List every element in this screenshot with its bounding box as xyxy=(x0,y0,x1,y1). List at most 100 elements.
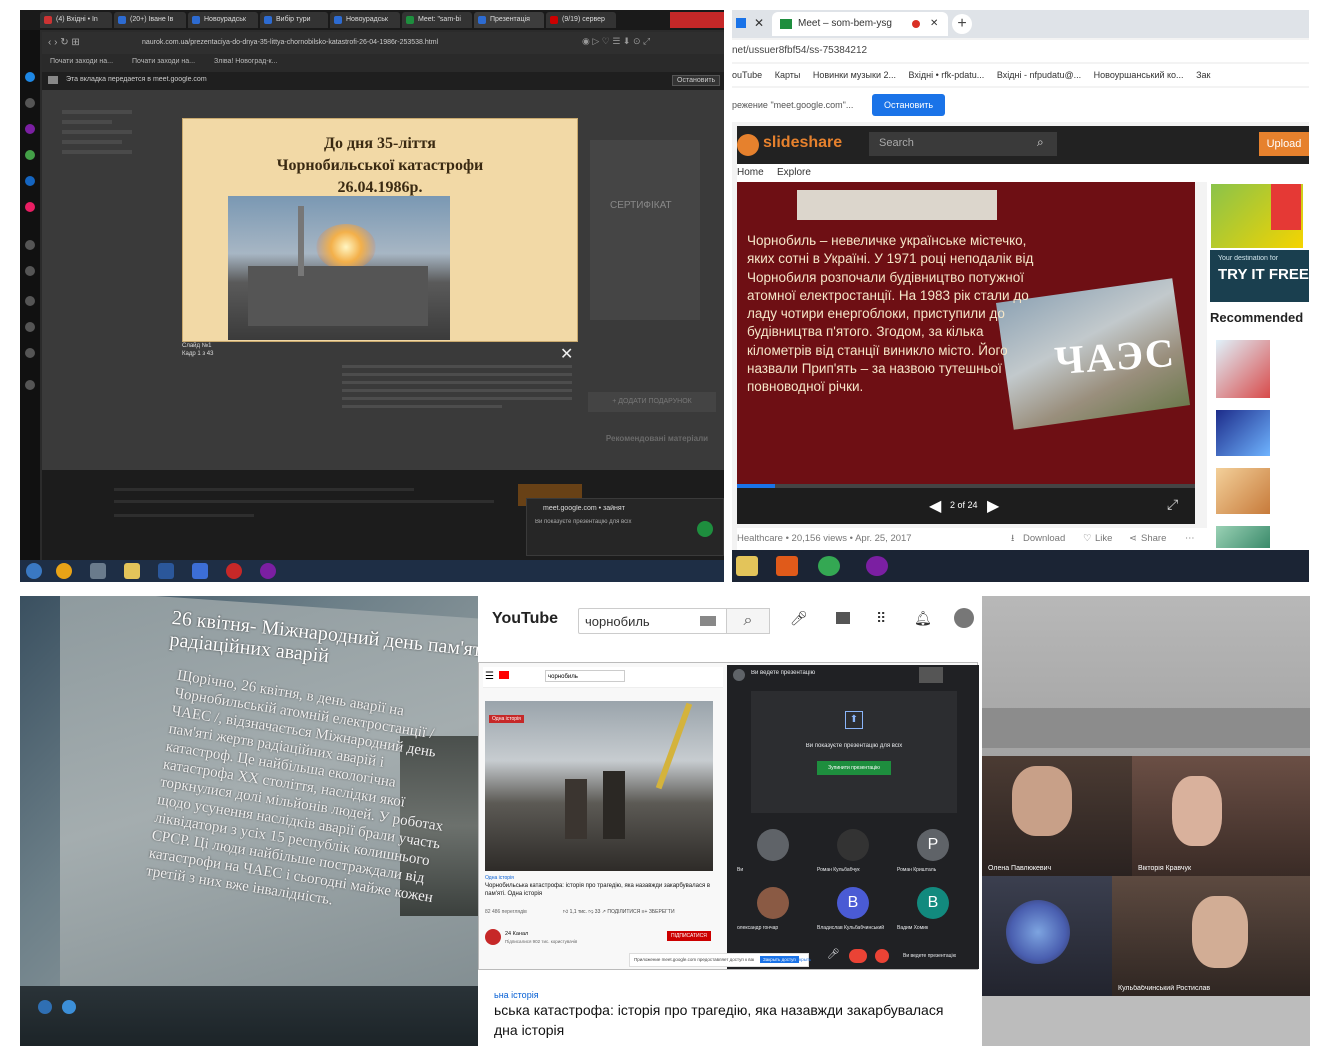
hangup-icon[interactable] xyxy=(849,949,867,963)
browser-tab[interactable]: Новоурадськ xyxy=(330,12,400,28)
hide-button[interactable]: Скрыть xyxy=(796,957,811,962)
bell-icon[interactable]: 🔔︎ xyxy=(914,610,932,627)
meet-icon[interactable] xyxy=(697,521,713,537)
stop-sharing-button[interactable]: Остановить xyxy=(872,94,946,116)
search-icon[interactable]: ⌕ xyxy=(1037,135,1044,150)
bookmark-item[interactable]: Карты xyxy=(775,70,801,80)
download-icon[interactable]: ⭳ xyxy=(1011,528,1014,550)
browser-tab[interactable]: (9/19) сервер xyxy=(546,12,616,28)
whatsapp-icon[interactable] xyxy=(25,150,35,160)
bookmark-item[interactable]: Зак xyxy=(1196,70,1210,80)
opera-icon[interactable] xyxy=(226,563,242,579)
close-icon[interactable]: ✕ xyxy=(560,344,573,364)
recommended-thumb[interactable] xyxy=(1216,526,1270,548)
start-icon[interactable] xyxy=(26,563,42,579)
ad-banner[interactable]: Your destination for TRY IT FREE xyxy=(1210,250,1309,302)
app-icon[interactable] xyxy=(90,563,106,579)
apps-grid-icon[interactable]: ⠿ xyxy=(876,610,886,627)
player-icon[interactable] xyxy=(25,266,35,276)
media-icon[interactable] xyxy=(776,556,798,576)
url-field[interactable]: naurok.com.ua/prezentaciya-do-dnya-35-li… xyxy=(142,36,622,50)
fullscreen-icon[interactable]: ⤢ xyxy=(1167,496,1178,513)
nav-explore[interactable]: Explore xyxy=(777,167,811,178)
subscribe-button[interactable]: ПІДПИСАТИСЯ xyxy=(667,931,711,941)
word-icon[interactable] xyxy=(158,563,174,579)
chrome-icon[interactable] xyxy=(56,563,72,579)
window-controls[interactable] xyxy=(670,12,724,28)
camera-off-icon[interactable] xyxy=(875,949,889,963)
channel-avatar[interactable] xyxy=(485,929,501,945)
browser-tab-active[interactable]: Презентація xyxy=(474,12,544,28)
share-icon[interactable]: ⋖ xyxy=(1129,528,1137,550)
address-bar[interactable]: net/ussuer8fbf54/ss-75384212 xyxy=(732,40,1309,62)
bookmark-item[interactable]: Новинки музыки 2... xyxy=(813,70,896,80)
close-tab-icon[interactable]: ✕ xyxy=(754,16,764,30)
folder-icon[interactable] xyxy=(124,563,140,579)
save-icon[interactable]: ≡+ xyxy=(642,909,648,915)
download-link[interactable]: Download xyxy=(1023,528,1065,550)
heart-icon[interactable] xyxy=(25,296,35,306)
folder-icon[interactable] xyxy=(736,556,758,576)
more-icon[interactable]: ⋯ xyxy=(1185,528,1195,550)
stop-sharing-button[interactable]: Остановить xyxy=(672,75,721,86)
add-gift-button[interactable]: + ДОДАТИ ПОДАРУНОК xyxy=(588,392,716,412)
bookmark-item[interactable]: Почати заходи на... xyxy=(50,58,113,65)
messenger-icon[interactable] xyxy=(25,72,35,82)
home-icon[interactable] xyxy=(25,98,35,108)
like-icon[interactable]: ♡ xyxy=(1083,528,1092,550)
slideshare-logo[interactable]: slideshare xyxy=(763,134,842,152)
instagram-icon[interactable] xyxy=(25,202,35,212)
browser-tab[interactable]: Новоурадськ xyxy=(188,12,258,28)
bookmark-item[interactable]: ouTube xyxy=(732,70,762,80)
create-video-icon[interactable] xyxy=(836,612,850,624)
close-tab-icon[interactable]: ✕ xyxy=(930,12,938,36)
nav-arrows-icon[interactable]: ‹ › ↻ ⊞ xyxy=(48,37,80,48)
speeddial-icon[interactable] xyxy=(25,240,35,250)
video-player[interactable]: Одна історія xyxy=(485,701,713,871)
search-icon[interactable]: ⌕ xyxy=(726,608,770,634)
youtube-logo[interactable]: YouTube xyxy=(492,610,558,628)
keyboard-icon[interactable] xyxy=(700,616,716,626)
viber-icon[interactable] xyxy=(866,556,888,576)
browser-tab[interactable]: Meet: "sam-bi xyxy=(402,12,472,28)
share-link[interactable]: Share xyxy=(1141,528,1166,550)
caption-hashtag[interactable]: ьна історія xyxy=(494,990,539,1000)
browser-tab[interactable]: (4) Вхідні • In xyxy=(40,12,112,28)
video-hashtag[interactable]: Одна історія xyxy=(485,875,514,881)
bulb-icon[interactable] xyxy=(25,380,35,390)
chrome-icon[interactable] xyxy=(818,556,840,576)
history-icon[interactable] xyxy=(25,322,35,332)
stop-sharing-button[interactable]: Закрыть доступ xyxy=(760,956,799,963)
bookmark-item[interactable]: Зліва! Новоград-к... xyxy=(214,58,277,65)
upload-button[interactable]: Upload xyxy=(1259,132,1309,156)
mic-icon[interactable]: 🎤︎ xyxy=(790,610,808,627)
menu-icon[interactable]: ☰ xyxy=(485,671,494,682)
new-tab-icon[interactable]: + xyxy=(952,14,972,34)
recommended-thumb[interactable] xyxy=(1216,410,1270,456)
browser-tab[interactable]: Вибір тури xyxy=(260,12,328,28)
vk-icon[interactable] xyxy=(25,176,35,186)
app-icon[interactable] xyxy=(192,563,208,579)
settings-icon[interactable] xyxy=(25,348,35,358)
viber-icon[interactable] xyxy=(260,563,276,579)
bookmark-item[interactable]: Почати заходи на... xyxy=(132,58,195,65)
url-field[interactable]: net/ussuer8fbf54/ss-75384212 xyxy=(732,45,867,56)
bookmark-item[interactable]: Новоуршанський ко... xyxy=(1094,70,1184,80)
prev-slide-icon[interactable]: ◀ xyxy=(929,496,941,516)
next-slide-icon[interactable]: ▶ xyxy=(987,496,999,516)
bookmark-item[interactable]: Вхідні • rfk-pdatu... xyxy=(909,70,985,80)
avatar[interactable] xyxy=(954,608,974,628)
recommended-thumb[interactable] xyxy=(1216,468,1270,514)
like-link[interactable]: Like xyxy=(1095,528,1112,550)
instagram-icon[interactable] xyxy=(25,124,35,134)
browser-tab[interactable]: (20+) Іване Ів xyxy=(114,12,186,28)
search-box[interactable]: Search ⌕ xyxy=(869,132,1057,156)
mic-icon[interactable]: 🎤︎ xyxy=(827,949,840,960)
nav-home[interactable]: Home xyxy=(737,167,764,178)
bookmark-item[interactable]: Вхідні - nfpudatu@... xyxy=(997,70,1081,80)
recommended-thumb[interactable] xyxy=(1216,340,1270,398)
toolbar-icons[interactable]: ◉ ▷ ♡ ☰ ⬇ ⊙ ⤢ xyxy=(582,36,650,47)
browser-tab-meet[interactable]: Meet – som-bem-ysg ✕ xyxy=(772,12,948,36)
channel-name[interactable]: 24 Канал xyxy=(505,931,528,937)
dislike-icon[interactable]: 👎︎ xyxy=(588,909,593,915)
